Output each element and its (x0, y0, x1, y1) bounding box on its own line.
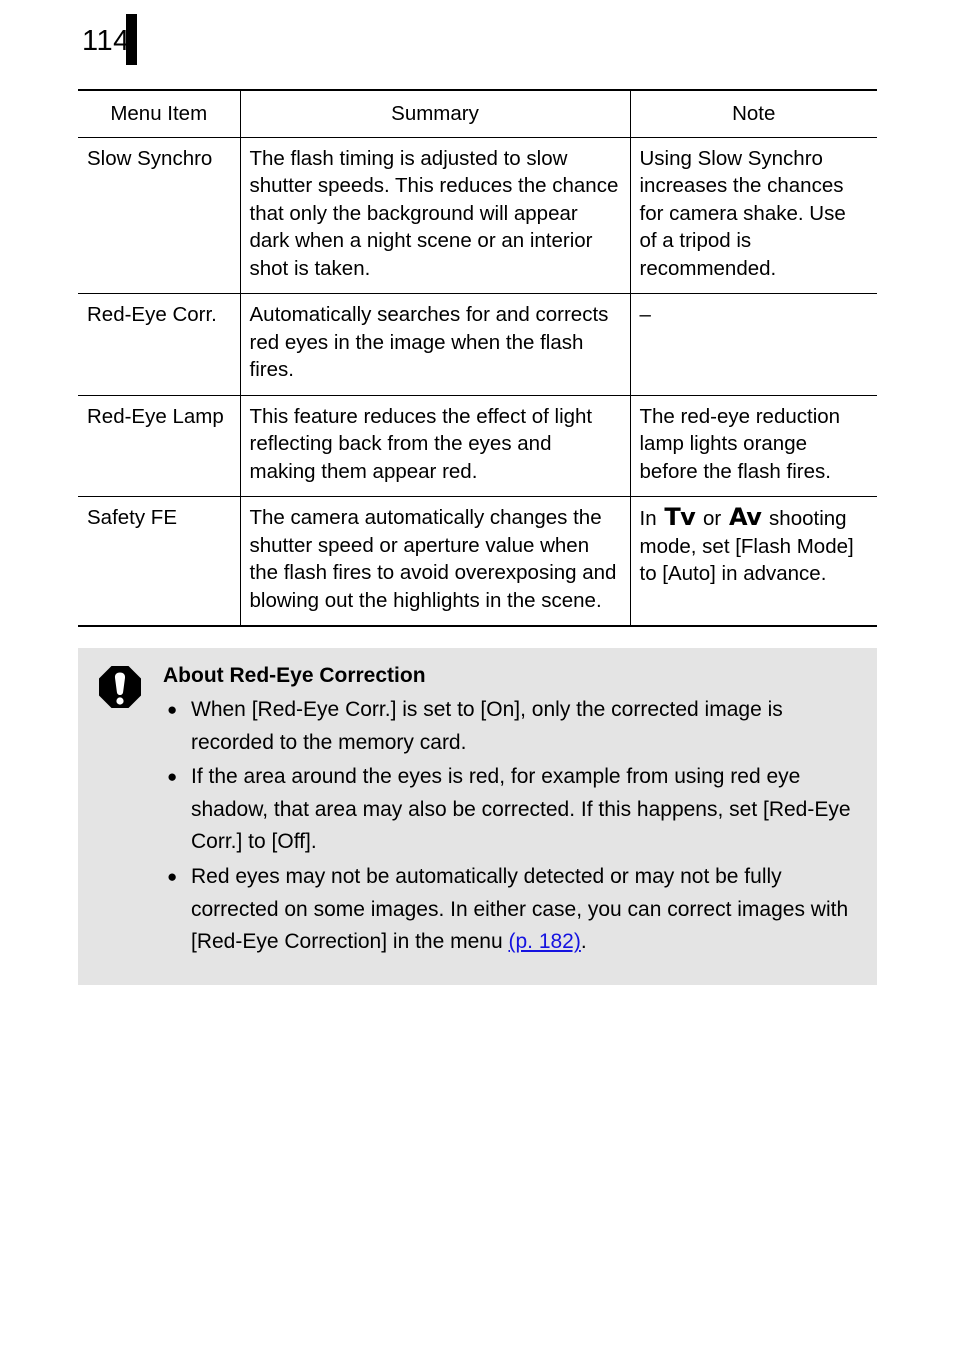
notice-title: About Red-Eye Correction (163, 664, 426, 687)
caution-notice-box: About Red-Eye Correction ● When [Red-Eye… (78, 648, 877, 985)
page-reference-link[interactable]: (p. 182) (508, 930, 580, 953)
cell-summary: Automatically searches for and corrects … (239, 293, 630, 396)
flash-settings-table: Menu Item Summary Note Slow Synchro The … (78, 89, 877, 627)
cell-summary: The flash timing is adjusted to slow shu… (239, 137, 630, 294)
bullet-icon: ● (167, 700, 178, 719)
list-item: ● When [Red-Eye Corr.] is set to [On], o… (163, 694, 863, 759)
exclamation-octagon-icon (98, 665, 142, 709)
page-number: 114 (82, 25, 130, 57)
cell-note: Using Slow Synchro increases the chances… (629, 137, 877, 294)
table-row: Red-Eye Lamp This feature reduces the ef… (78, 395, 877, 497)
list-item-text: If the area around the eyes is red, for … (191, 765, 851, 854)
shooting-mode-av-icon: Av (728, 503, 762, 531)
bullet-icon: ● (167, 866, 178, 886)
bullet-icon: ● (167, 767, 178, 787)
table-row: Safety FE The camera automatically chang… (78, 496, 877, 627)
note-conjunction: or (703, 507, 722, 530)
note-prefix: In (639, 507, 657, 530)
cell-summary: This feature reduces the effect of light… (239, 395, 630, 497)
cell-menu-item: Red-Eye Lamp (78, 395, 240, 497)
list-item: ● Red eyes may not be automatically dete… (163, 861, 863, 959)
column-header-menu-item: Menu Item (78, 89, 240, 138)
list-item-text: When [Red-Eye Corr.] is set to [On], onl… (191, 698, 783, 754)
cell-note: The red-eye reduction lamp lights orange… (629, 395, 877, 497)
page-header: 114 (0, 0, 954, 80)
column-header-note: Note (629, 89, 877, 138)
column-header-summary: Summary (239, 89, 630, 138)
cell-note: – (629, 293, 877, 396)
list-item-text-tail: . (580, 930, 587, 954)
notice-bullet-list: ● When [Red-Eye Corr.] is set to [On], o… (163, 694, 863, 959)
cell-menu-item: Slow Synchro (78, 137, 240, 294)
cell-menu-item: Safety FE (78, 496, 240, 627)
table-row: Red-Eye Corr. Automatically searches for… (78, 293, 877, 396)
page-edge-tab-marker (126, 14, 137, 65)
cell-summary: The camera automatically changes the shu… (239, 496, 630, 627)
table-row: Slow Synchro The flash timing is adjuste… (78, 137, 877, 294)
shooting-mode-tv-icon: Tv (664, 503, 696, 531)
cell-menu-item: Red-Eye Corr. (78, 293, 240, 396)
cell-note: In Tv or Av shooting mode, set [Flash Mo… (629, 496, 877, 627)
notice-content: About Red-Eye Correction ● When [Red-Eye… (163, 656, 863, 959)
table-header-row: Menu Item Summary Note (78, 89, 877, 138)
list-item: ● If the area around the eyes is red, fo… (163, 761, 863, 859)
